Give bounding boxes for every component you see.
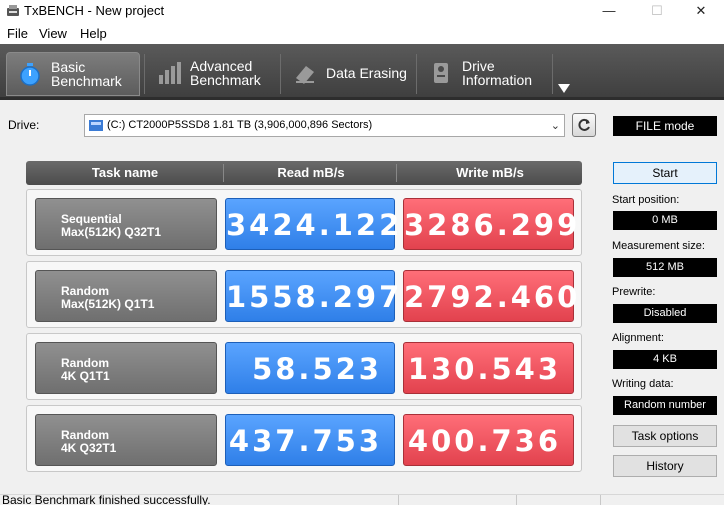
start-position-value: 0 MB <box>613 211 717 230</box>
tab-label: Data Erasing <box>326 65 407 81</box>
result-row-rnd-4k-q1t1: Random 4K Q1T1 58.523 130.543 <box>26 333 582 400</box>
write-speed-value: 400.736 <box>403 414 574 466</box>
menu-help[interactable]: Help <box>80 26 107 41</box>
tab-label: Basic Benchmark <box>51 59 122 89</box>
writing-data-label: Writing data: <box>612 378 674 390</box>
tab-advanced-benchmark[interactable]: Advanced Benchmark <box>146 52 276 96</box>
menu-view[interactable]: View <box>39 26 67 41</box>
status-divider <box>516 495 517 505</box>
drive-icon <box>89 120 103 131</box>
task-name-line1: Random <box>61 284 109 298</box>
task-name-line2: Max(512K) Q32T1 <box>61 225 162 239</box>
read-speed-value: 1558.297 <box>225 270 399 322</box>
tab-basic-benchmark[interactable]: Basic Benchmark <box>6 52 140 96</box>
drive-select-value: (C:) CT2000P5SSD8 1.81 TB (3,906,000,896… <box>107 119 373 131</box>
tab-drive-information[interactable]: Drive Information <box>418 52 548 96</box>
header-task-name: Task name <box>91 165 159 180</box>
task-name-line2: Max(512K) Q1T1 <box>61 297 155 311</box>
more-tabs-arrow-icon[interactable] <box>558 84 570 93</box>
app-window: TxBENCH - New project — ☐ ✕ File View He… <box>0 0 724 505</box>
status-bar: Basic Benchmark finished successfully. <box>0 494 724 505</box>
prewrite-value: Disabled <box>613 304 717 323</box>
alignment-label: Alignment: <box>612 332 664 344</box>
mode-indicator[interactable]: FILE mode <box>613 116 717 136</box>
task-button-rnd-4k-q32t1[interactable]: Random 4K Q32T1 <box>35 414 217 466</box>
tab-separator <box>144 54 145 94</box>
menu-bar: File View Help <box>0 22 724 44</box>
task-name-line1: Random <box>61 356 109 370</box>
eraser-icon <box>296 66 314 84</box>
app-logo-icon <box>7 5 19 16</box>
tab-data-erasing[interactable]: Data Erasing <box>282 52 412 96</box>
write-speed-value: 130.543 <box>403 342 574 394</box>
status-message: Basic Benchmark finished successfully. <box>2 494 211 505</box>
stopwatch-icon <box>20 63 40 86</box>
tab-label: Drive Information <box>462 58 533 88</box>
read-speed-value: 3424.122 <box>225 198 399 250</box>
alignment-value: 4 KB <box>613 350 717 369</box>
task-button-rnd-max-q1t1[interactable]: Random Max(512K) Q1T1 <box>35 270 217 322</box>
refresh-icon <box>578 118 590 131</box>
result-row-rnd-max-q1t1: Random Max(512K) Q1T1 1558.297 2792.460 <box>26 261 582 328</box>
read-speed-value: 437.753 <box>225 414 395 466</box>
close-button[interactable]: ✕ <box>678 0 724 22</box>
prewrite-label: Prewrite: <box>612 286 656 298</box>
read-speed-value: 58.523 <box>225 342 395 394</box>
header-separator <box>396 164 397 182</box>
result-row-seq-q32t1: Sequential Max(512K) Q32T1 3424.122 3286… <box>26 189 582 256</box>
header-read: Read mB/s <box>277 165 345 180</box>
drive-label: Drive: <box>8 118 40 132</box>
window-title: TxBENCH - New project <box>24 3 165 18</box>
tab-separator <box>416 54 417 94</box>
results-header: Task name Read mB/s Write mB/s <box>26 161 582 185</box>
maximize-button[interactable]: ☐ <box>634 0 680 22</box>
start-button[interactable]: Start <box>613 162 717 184</box>
write-speed-value: 3286.299 <box>403 198 577 250</box>
task-name-line2: 4K Q1T1 <box>61 369 110 383</box>
tab-label: Advanced Benchmark <box>190 58 261 88</box>
minimize-button[interactable]: — <box>586 0 632 22</box>
title-bar: TxBENCH - New project — ☐ ✕ <box>0 0 724 22</box>
start-position-label: Start position: <box>612 194 680 206</box>
history-button[interactable]: History <box>613 455 717 477</box>
task-name-line1: Random <box>61 428 109 442</box>
drive-info-icon <box>434 63 448 83</box>
measurement-size-value: 512 MB <box>613 258 717 277</box>
chevron-down-icon[interactable]: ⌄ <box>551 119 560 132</box>
refresh-drives-button[interactable] <box>572 113 596 137</box>
drive-select[interactable]: (C:) CT2000P5SSD8 1.81 TB (3,906,000,896… <box>84 114 565 137</box>
result-row-rnd-4k-q32t1: Random 4K Q32T1 437.753 400.736 <box>26 405 582 472</box>
task-name-line1: Sequential <box>61 212 122 226</box>
task-options-button[interactable]: Task options <box>613 425 717 447</box>
header-write: Write mB/s <box>456 165 524 180</box>
status-divider <box>600 495 601 505</box>
tab-separator <box>280 54 281 94</box>
menu-file[interactable]: File <box>7 26 28 41</box>
measurement-size-label: Measurement size: <box>612 240 705 252</box>
bar-chart-icon <box>159 62 181 84</box>
writing-data-value: Random number <box>613 396 717 415</box>
task-button-seq-q32t1[interactable]: Sequential Max(512K) Q32T1 <box>35 198 217 250</box>
status-divider <box>398 495 399 505</box>
write-speed-value: 2792.460 <box>403 270 577 322</box>
task-name-line2: 4K Q32T1 <box>61 441 117 455</box>
tab-separator <box>552 54 553 94</box>
tab-toolbar: Basic Benchmark Advanced Benchmark Data … <box>0 44 724 100</box>
header-separator <box>223 164 224 182</box>
task-button-rnd-4k-q1t1[interactable]: Random 4K Q1T1 <box>35 342 217 394</box>
